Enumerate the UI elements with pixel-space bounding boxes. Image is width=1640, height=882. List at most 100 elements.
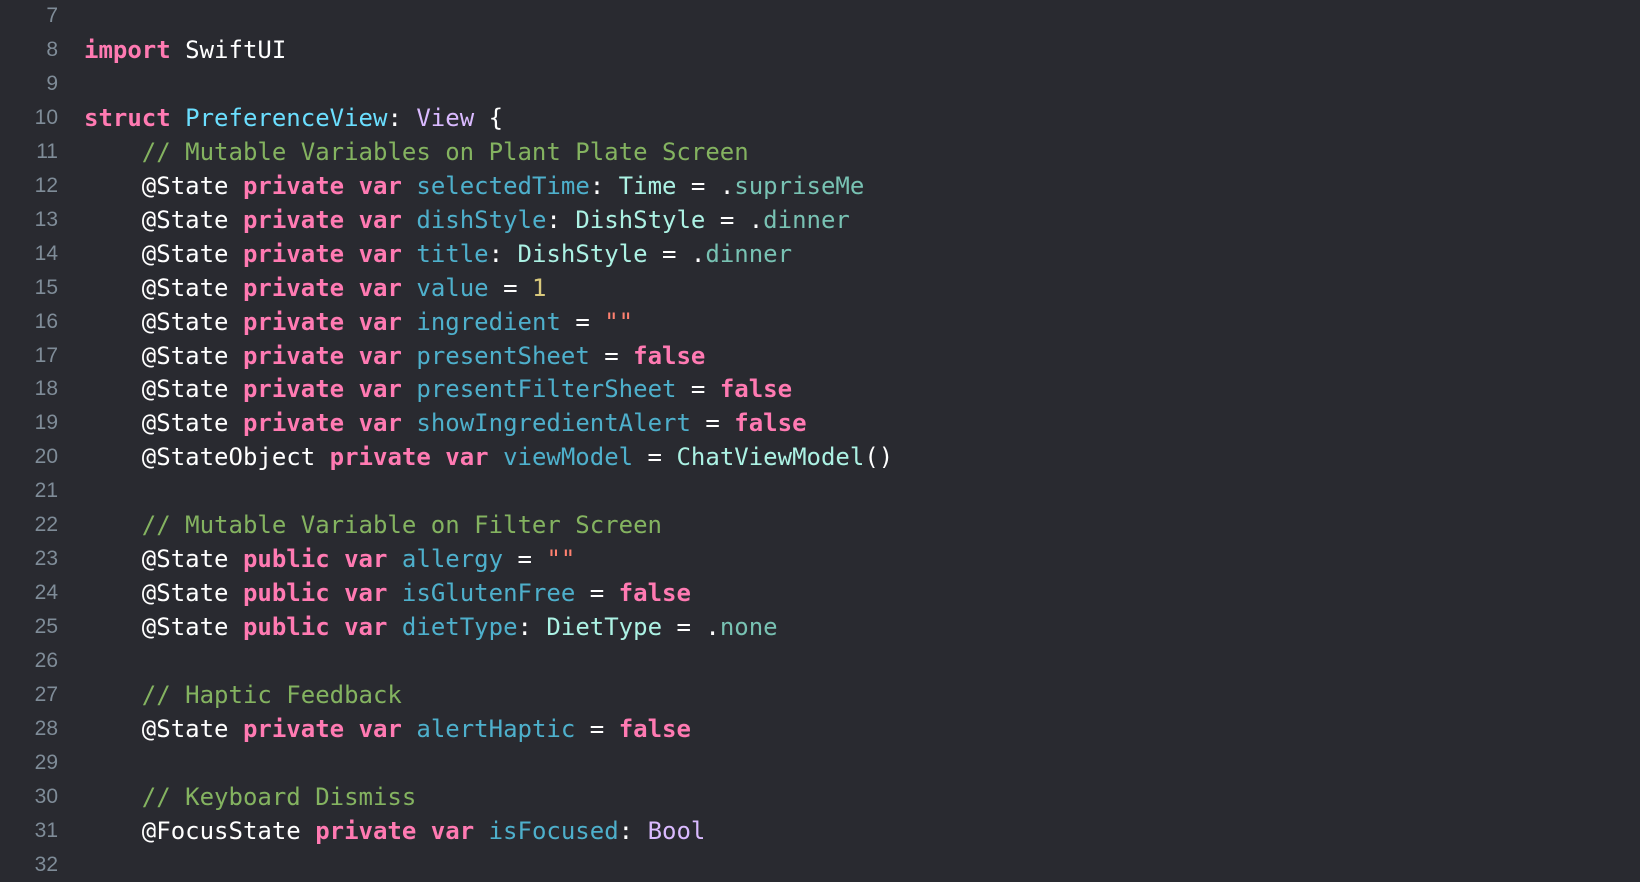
line-number: 9 xyxy=(46,71,58,95)
code-token-keyword: var xyxy=(430,816,475,845)
code-token-keyword: var xyxy=(358,239,402,268)
code-token-plain: @State xyxy=(84,239,243,268)
code-line[interactable]: 19 @State private var showIngredientAler… xyxy=(0,406,1640,440)
code-token-ident: isFocused xyxy=(488,816,619,845)
code-token-keyword: private xyxy=(242,239,345,268)
code-line[interactable]: 14 @State private var title: DishStyle =… xyxy=(0,237,1640,271)
code-text: @State private var alertHaptic = false xyxy=(84,712,691,746)
code-token-plain: @State xyxy=(84,714,243,743)
code-line[interactable]: 17 @State private var presentSheet = fal… xyxy=(0,339,1640,373)
code-line[interactable]: 31 @FocusState private var isFocused: Bo… xyxy=(0,814,1640,848)
code-token-typeref: DietType xyxy=(546,613,663,642)
code-token-ident: presentSheet xyxy=(416,341,590,370)
code-token-keyword: false xyxy=(734,409,807,438)
code-token-keyword: var xyxy=(344,545,388,574)
line-number: 17 xyxy=(34,343,58,367)
code-token-ident: title xyxy=(416,239,489,268)
code-line[interactable]: 25 @State public var dietType: DietType … xyxy=(0,610,1640,644)
code-token-ident: dishStyle xyxy=(416,205,547,234)
line-number: 31 xyxy=(34,818,58,842)
code-token-keyword: var xyxy=(358,273,402,302)
line-number: 15 xyxy=(34,275,58,299)
code-token-keyword: var xyxy=(358,307,402,336)
code-line[interactable]: 8 import SwiftUI xyxy=(0,33,1640,67)
code-text: // Haptic Feedback xyxy=(84,678,402,712)
line-number: 16 xyxy=(34,309,58,333)
code-token-ident: allergy xyxy=(401,545,504,574)
code-token-plain: @State xyxy=(84,341,243,370)
line-number: 10 xyxy=(34,105,58,129)
code-text: @State private var selectedTime: Time = … xyxy=(84,169,865,203)
code-text: // Mutable Variable on Filter Screen xyxy=(84,508,662,542)
code-token-keyword: false xyxy=(618,714,691,743)
code-line[interactable]: 26 xyxy=(0,644,1640,678)
code-text: @State private var showIngredientAlert =… xyxy=(84,406,807,440)
code-text: import SwiftUI xyxy=(84,33,286,67)
code-line[interactable]: 28 @State private var alertHaptic = fals… xyxy=(0,712,1640,746)
code-text: @FocusState private var isFocused: Bool xyxy=(84,814,706,848)
code-line[interactable]: 20 @StateObject private var viewModel = … xyxy=(0,440,1640,474)
code-line[interactable]: 18 @State private var presentFilterSheet… xyxy=(0,372,1640,406)
code-token-plain: @StateObject xyxy=(84,443,330,472)
code-text: @State private var dishStyle: DishStyle … xyxy=(84,203,850,237)
code-line[interactable]: 29 xyxy=(0,746,1640,780)
line-number: 8 xyxy=(46,37,58,61)
code-line[interactable]: 32 xyxy=(0,848,1640,882)
code-token-plain: @State xyxy=(84,545,243,574)
line-number: 29 xyxy=(34,750,58,774)
code-token-plain: = xyxy=(503,545,547,574)
code-token-plain: @State xyxy=(84,579,243,608)
code-line[interactable]: 7 xyxy=(0,0,1640,33)
code-line[interactable]: 24 @State public var isGlutenFree = fals… xyxy=(0,576,1640,610)
code-token-plain: : xyxy=(488,239,518,268)
code-token-keyword: private xyxy=(242,307,345,336)
code-line[interactable]: 9 xyxy=(0,67,1640,101)
code-token-plain: @State xyxy=(84,375,243,404)
code-text: @State private var title: DishStyle = .d… xyxy=(84,237,792,271)
code-token-plain: = xyxy=(575,714,619,743)
code-token-plain: @State xyxy=(84,205,243,234)
code-token-keyword: private xyxy=(242,375,345,404)
code-text: struct PreferenceView: View { xyxy=(84,101,503,135)
code-token-ident: showIngredientAlert xyxy=(416,409,691,438)
code-editor[interactable]: 7 8 import SwiftUI 9 10 struct PreferenceView… xyxy=(0,0,1640,882)
code-token-string: "" xyxy=(546,545,576,574)
code-token-plain: = xyxy=(676,375,720,404)
code-line[interactable]: 21 xyxy=(0,474,1640,508)
code-line[interactable]: 30 // Keyboard Dismiss xyxy=(0,780,1640,814)
code-token-keyword: import xyxy=(84,35,171,64)
code-line[interactable]: 12 @State private var selectedTime: Time… xyxy=(0,169,1640,203)
code-line[interactable]: 16 @State private var ingredient = "" xyxy=(0,305,1640,339)
code-token-keyword: private xyxy=(242,409,345,438)
code-token-keyword: var xyxy=(358,341,402,370)
code-token-plain: = xyxy=(690,409,735,438)
code-line[interactable]: 10 struct PreferenceView: View { xyxy=(0,101,1640,135)
code-token-type: Bool xyxy=(647,816,706,845)
code-line[interactable]: 22 // Mutable Variable on Filter Screen xyxy=(0,508,1640,542)
code-token-plain: @State xyxy=(84,613,243,642)
code-token-plain: () xyxy=(864,443,894,472)
code-token-comment: // Mutable Variables on Plant Plate Scre… xyxy=(84,137,749,166)
code-token-keyword: private xyxy=(242,205,345,234)
code-token-plain: = . xyxy=(662,613,720,642)
line-number: 7 xyxy=(46,4,58,27)
code-line[interactable]: 15 @State private var value = 1 xyxy=(0,271,1640,305)
code-line[interactable]: 27 // Haptic Feedback xyxy=(0,678,1640,712)
code-token-plain: { xyxy=(474,103,504,132)
code-line[interactable]: 23 @State public var allergy = "" xyxy=(0,542,1640,576)
code-token-comment: // Haptic Feedback xyxy=(84,681,402,709)
code-text: // Keyboard Dismiss xyxy=(84,780,417,814)
code-token-plain: = xyxy=(633,443,677,472)
code-line[interactable]: 11 // Mutable Variables on Plant Plate S… xyxy=(0,135,1640,169)
code-line[interactable]: 13 @State private var dishStyle: DishSty… xyxy=(0,203,1640,237)
